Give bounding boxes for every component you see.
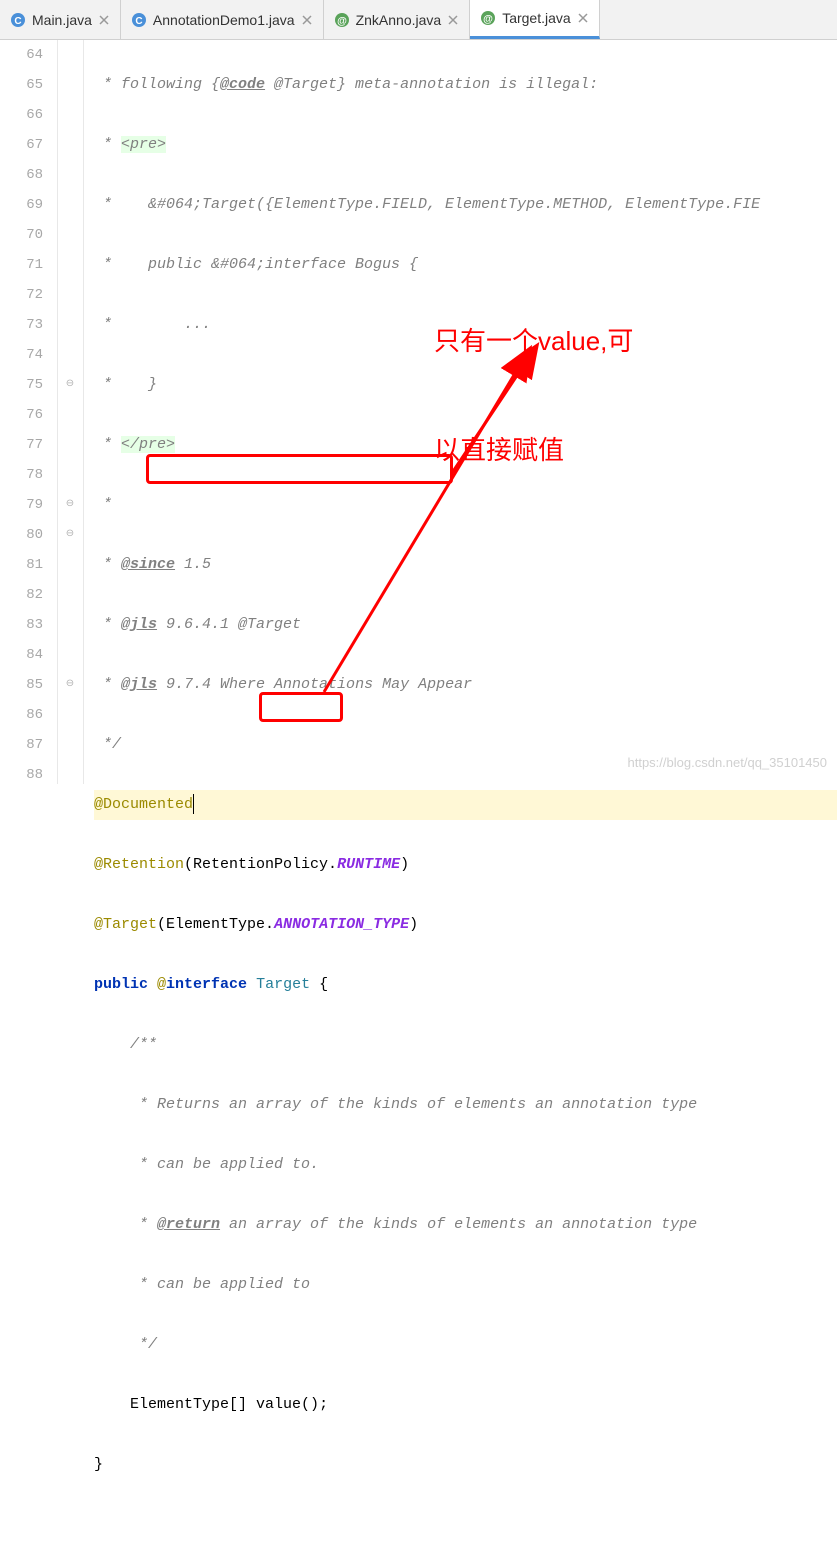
tab-label: Main.java xyxy=(32,12,92,28)
code-line: @Target(ElementType.ANNOTATION_TYPE) xyxy=(94,910,837,940)
line-number: 85 xyxy=(0,670,43,700)
code-line: * @jls 9.7.4 Where Annotations May Appea… xyxy=(94,670,837,700)
line-number: 70 xyxy=(0,220,43,250)
line-number: 79 xyxy=(0,490,43,520)
line-number-gutter: 6465666768697071727374757677787980818283… xyxy=(0,40,58,784)
tab-annotationdemo1-java[interactable]: C AnnotationDemo1.java xyxy=(121,0,324,39)
line-number: 81 xyxy=(0,550,43,580)
code-line: * Returns an array of the kinds of eleme… xyxy=(94,1090,837,1120)
code-line-highlighted: @Documented xyxy=(94,790,837,820)
code-line: * @since 1.5 xyxy=(94,550,837,580)
line-number: 88 xyxy=(0,760,43,790)
close-icon[interactable] xyxy=(577,12,589,24)
svg-text:@: @ xyxy=(337,16,347,27)
line-number: 84 xyxy=(0,640,43,670)
tab-target-java[interactable]: @ Target.java xyxy=(470,0,599,39)
line-number: 69 xyxy=(0,190,43,220)
tab-znkanno-java[interactable]: @ ZnkAnno.java xyxy=(324,0,471,39)
code-line: ElementType[] value(); xyxy=(94,1390,837,1420)
line-number: 68 xyxy=(0,160,43,190)
code-line: * @jls 9.6.4.1 @Target xyxy=(94,610,837,640)
fold-marker-icon[interactable]: ⊖ xyxy=(64,379,76,391)
fold-marker-icon[interactable]: ⊖ xyxy=(64,499,76,511)
tab-main-java[interactable]: C Main.java xyxy=(0,0,121,39)
code-area[interactable]: * following {@code @Target} meta-annotat… xyxy=(84,40,837,784)
code-line: * <pre> xyxy=(94,130,837,160)
tab-label: ZnkAnno.java xyxy=(356,12,442,28)
code-line: @Retention(RetentionPolicy.RUNTIME) xyxy=(94,850,837,880)
code-line: * can be applied to. xyxy=(94,1150,837,1180)
close-icon[interactable] xyxy=(301,14,313,26)
watermark: https://blog.csdn.net/qq_35101450 xyxy=(628,748,828,778)
code-line: * following {@code @Target} meta-annotat… xyxy=(94,70,837,100)
fold-marker-icon[interactable]: ⊖ xyxy=(64,529,76,541)
svg-text:C: C xyxy=(14,16,21,27)
line-number: 65 xyxy=(0,70,43,100)
line-number: 83 xyxy=(0,610,43,640)
line-number: 86 xyxy=(0,700,43,730)
line-number: 72 xyxy=(0,280,43,310)
tab-label: Target.java xyxy=(502,10,570,26)
code-line: * </pre> xyxy=(94,430,837,460)
line-number: 76 xyxy=(0,400,43,430)
code-line: * can be applied to xyxy=(94,1270,837,1300)
line-number: 66 xyxy=(0,100,43,130)
code-line: * &#064;Target({ElementType.FIELD, Eleme… xyxy=(94,190,837,220)
code-line: * } xyxy=(94,370,837,400)
fold-gutter: ⊖ ⊖ ⊖ ⊖ xyxy=(58,40,84,784)
class-icon: C xyxy=(131,12,147,28)
svg-text:C: C xyxy=(135,16,142,27)
code-line xyxy=(94,1510,837,1540)
line-number: 73 xyxy=(0,310,43,340)
code-line: /** xyxy=(94,1030,837,1060)
code-line: } xyxy=(94,1450,837,1480)
line-number: 78 xyxy=(0,460,43,490)
line-number: 77 xyxy=(0,430,43,460)
tab-label: AnnotationDemo1.java xyxy=(153,12,295,28)
close-icon[interactable] xyxy=(447,14,459,26)
code-line: * xyxy=(94,490,837,520)
code-line: * @return an array of the kinds of eleme… xyxy=(94,1210,837,1240)
line-number: 80 xyxy=(0,520,43,550)
line-number: 87 xyxy=(0,730,43,760)
close-icon[interactable] xyxy=(98,14,110,26)
line-number: 75 xyxy=(0,370,43,400)
code-line: */ xyxy=(94,1330,837,1360)
line-number: 64 xyxy=(0,40,43,70)
editor-tabs: C Main.java C AnnotationDemo1.java @ Znk… xyxy=(0,0,837,40)
line-number: 74 xyxy=(0,340,43,370)
code-line: public @interface Target { xyxy=(94,970,837,1000)
line-number: 82 xyxy=(0,580,43,610)
text-cursor xyxy=(193,794,194,814)
annotation-icon: @ xyxy=(334,12,350,28)
code-line: * public &#064;interface Bogus { xyxy=(94,250,837,280)
line-number: 67 xyxy=(0,130,43,160)
line-number: 71 xyxy=(0,250,43,280)
code-editor[interactable]: 6465666768697071727374757677787980818283… xyxy=(0,40,837,784)
class-icon: C xyxy=(10,12,26,28)
code-line: * ... xyxy=(94,310,837,340)
svg-text:@: @ xyxy=(483,14,493,25)
annotation-icon: @ xyxy=(480,10,496,26)
fold-marker-icon[interactable]: ⊖ xyxy=(64,679,76,691)
